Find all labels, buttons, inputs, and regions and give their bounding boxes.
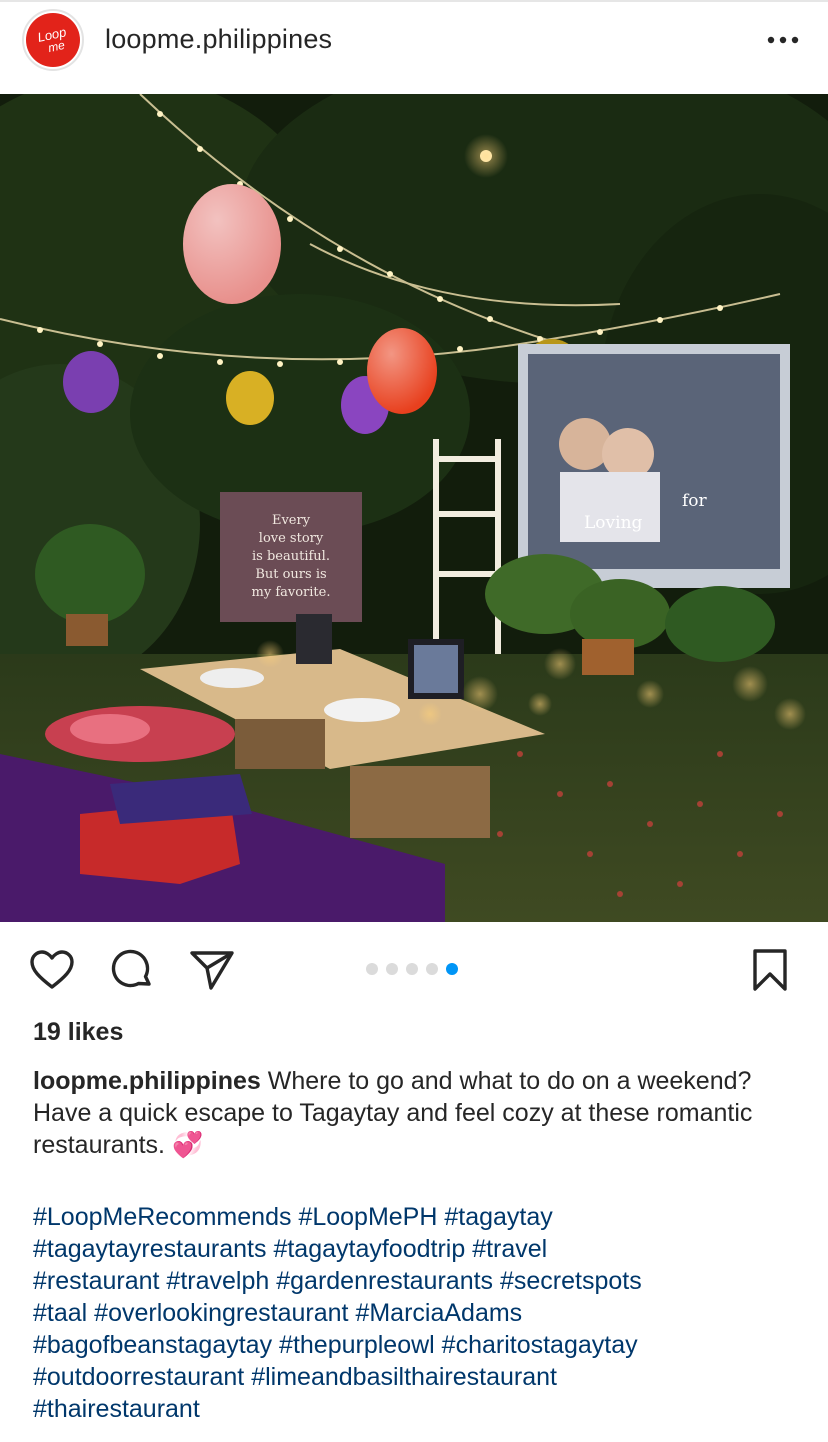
carousel-dot bbox=[426, 963, 438, 975]
hashtag-link[interactable]: #tagaytay bbox=[444, 1203, 552, 1231]
hashtag-link[interactable]: #LoopMePH bbox=[298, 1203, 437, 1231]
hashtag-link[interactable]: #travel bbox=[472, 1235, 547, 1263]
sign-line-3: is beautiful. bbox=[252, 549, 330, 564]
avatar[interactable]: Loop me bbox=[22, 9, 84, 71]
share-icon[interactable] bbox=[188, 946, 236, 994]
carousel-indicator bbox=[366, 963, 458, 975]
hashtag-link[interactable]: #charitostagaytay bbox=[442, 1331, 638, 1359]
heart-icon[interactable] bbox=[28, 946, 76, 994]
caption-emoji: 💞 bbox=[171, 1131, 204, 1159]
carousel-dot bbox=[366, 963, 378, 975]
post-username[interactable]: loopme.philippines bbox=[105, 24, 332, 55]
post-photo[interactable]: for Loving Every love story is beautiful… bbox=[0, 94, 828, 922]
hashtag-link[interactable]: #thepurpleowl bbox=[279, 1331, 435, 1359]
hashtag-link[interactable]: #outdoorrestaurant bbox=[33, 1363, 244, 1391]
caption-username[interactable]: loopme.philippines bbox=[33, 1067, 261, 1095]
hashtag-link[interactable]: #overlookingrestaurant bbox=[94, 1299, 348, 1327]
hashtag-line: #tagaytayrestaurants #tagaytayfoodtrip #… bbox=[33, 1233, 813, 1265]
post-caption: loopme.philippines Where to go and what … bbox=[33, 1065, 803, 1161]
hashtag-link[interactable]: #travelph bbox=[166, 1267, 269, 1295]
bookmark-icon[interactable] bbox=[746, 946, 794, 994]
sign-line-5: my favorite. bbox=[252, 585, 331, 600]
post-header: Loop me loopme.philippines bbox=[0, 2, 828, 94]
hashtag-line: #outdoorrestaurant #limeandbasilthairest… bbox=[33, 1361, 813, 1393]
loopme-logo-icon: Loop me bbox=[26, 13, 80, 67]
likes-count[interactable]: 19 likes bbox=[33, 1018, 123, 1047]
hashtag-link[interactable]: #LoopMeRecommends bbox=[33, 1203, 291, 1231]
hashtag-line: #taal #overlookingrestaurant #MarciaAdam… bbox=[33, 1297, 813, 1329]
hashtag-line: #restaurant #travelph #gardenrestaurants… bbox=[33, 1265, 813, 1297]
sign-line-2: love story bbox=[259, 531, 324, 546]
hashtag-link[interactable]: #gardenrestaurants bbox=[276, 1267, 493, 1295]
hashtag-link[interactable]: #bagofbeanstagaytay bbox=[33, 1331, 272, 1359]
hashtag-line: #LoopMeRecommends #LoopMePH #tagaytay bbox=[33, 1201, 813, 1233]
hashtag-link[interactable]: #secretspots bbox=[500, 1267, 642, 1295]
sign-line-4: But ours is bbox=[255, 567, 326, 582]
screen-text-for: for bbox=[682, 491, 708, 511]
hashtag-line: #thairestaurant bbox=[33, 1393, 813, 1425]
more-horizontal-icon[interactable] bbox=[765, 22, 801, 58]
hashtag-link[interactable]: #taal bbox=[33, 1299, 87, 1327]
carousel-dot bbox=[386, 963, 398, 975]
hashtag-block: #LoopMeRecommends #LoopMePH #tagaytay #ta… bbox=[33, 1201, 813, 1425]
comment-icon[interactable] bbox=[108, 946, 156, 994]
sign-line-1: Every bbox=[272, 513, 311, 528]
svg-text:me: me bbox=[47, 38, 67, 55]
hashtag-link[interactable]: #MarciaAdams bbox=[355, 1299, 522, 1327]
hashtag-link[interactable]: #tagaytayrestaurants bbox=[33, 1235, 266, 1263]
hashtag-link[interactable]: #limeandbasilthairestaurant bbox=[251, 1363, 557, 1391]
hashtag-link[interactable]: #tagaytayfoodtrip bbox=[273, 1235, 465, 1263]
carousel-dot bbox=[406, 963, 418, 975]
screen-text-loving: Loving bbox=[584, 513, 643, 533]
hashtag-link[interactable]: #thairestaurant bbox=[33, 1395, 200, 1423]
hashtag-line: #bagofbeanstagaytay #thepurpleowl #chari… bbox=[33, 1329, 813, 1361]
hashtag-link[interactable]: #restaurant bbox=[33, 1267, 159, 1295]
carousel-dot-active bbox=[446, 963, 458, 975]
